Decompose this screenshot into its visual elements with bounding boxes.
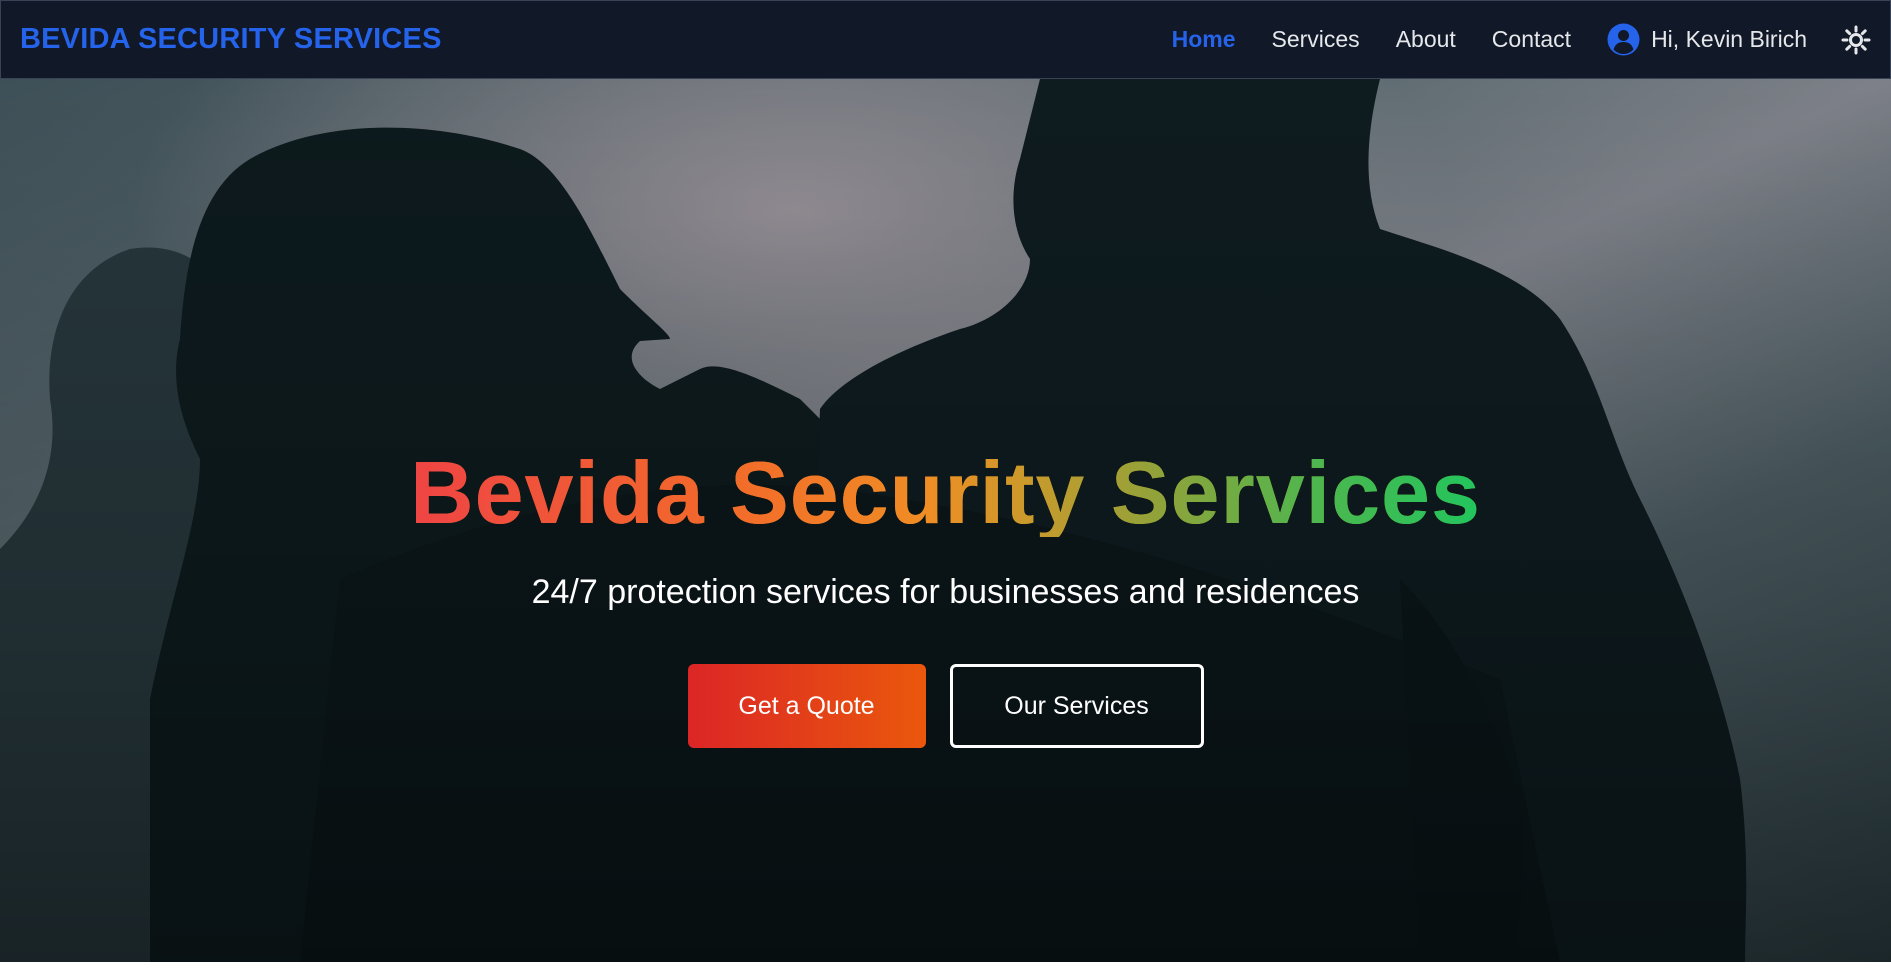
nav-link-services[interactable]: Services [1271, 26, 1359, 53]
nav-link-home[interactable]: Home [1172, 26, 1236, 53]
nav-menu: Home Services About Contact Hi, Kevin Bi… [1136, 1, 1871, 78]
hero-subtitle: 24/7 protection services for businesses … [531, 573, 1360, 611]
brand-logo[interactable]: BEVIDA SECURITY SERVICES [20, 23, 442, 56]
sun-icon[interactable] [1841, 25, 1871, 55]
user-greeting: Hi, Kevin Birich [1651, 26, 1807, 52]
hero-title-text: Bevida Security Services [410, 443, 1481, 542]
our-services-button[interactable]: Our Services [949, 664, 1204, 748]
user-circle-icon [1607, 23, 1640, 56]
hero-button-group: Get a Quote Our Services [0, 664, 1891, 748]
hero-title: Bevida Security Services [0, 449, 1891, 537]
hero-section: Bevida Security Services 24/7 protection… [0, 79, 1891, 962]
user-menu[interactable]: Hi, Kevin Birich [1607, 23, 1807, 56]
nav-link-about[interactable]: About [1396, 26, 1456, 53]
navbar: BEVIDA SECURITY SERVICES Home Services A… [0, 0, 1891, 79]
nav-link-contact[interactable]: Contact [1492, 26, 1571, 53]
hero-content: Bevida Security Services 24/7 protection… [0, 79, 1891, 962]
get-quote-button[interactable]: Get a Quote [687, 664, 926, 748]
page: BEVIDA SECURITY SERVICES Home Services A… [0, 0, 1891, 969]
